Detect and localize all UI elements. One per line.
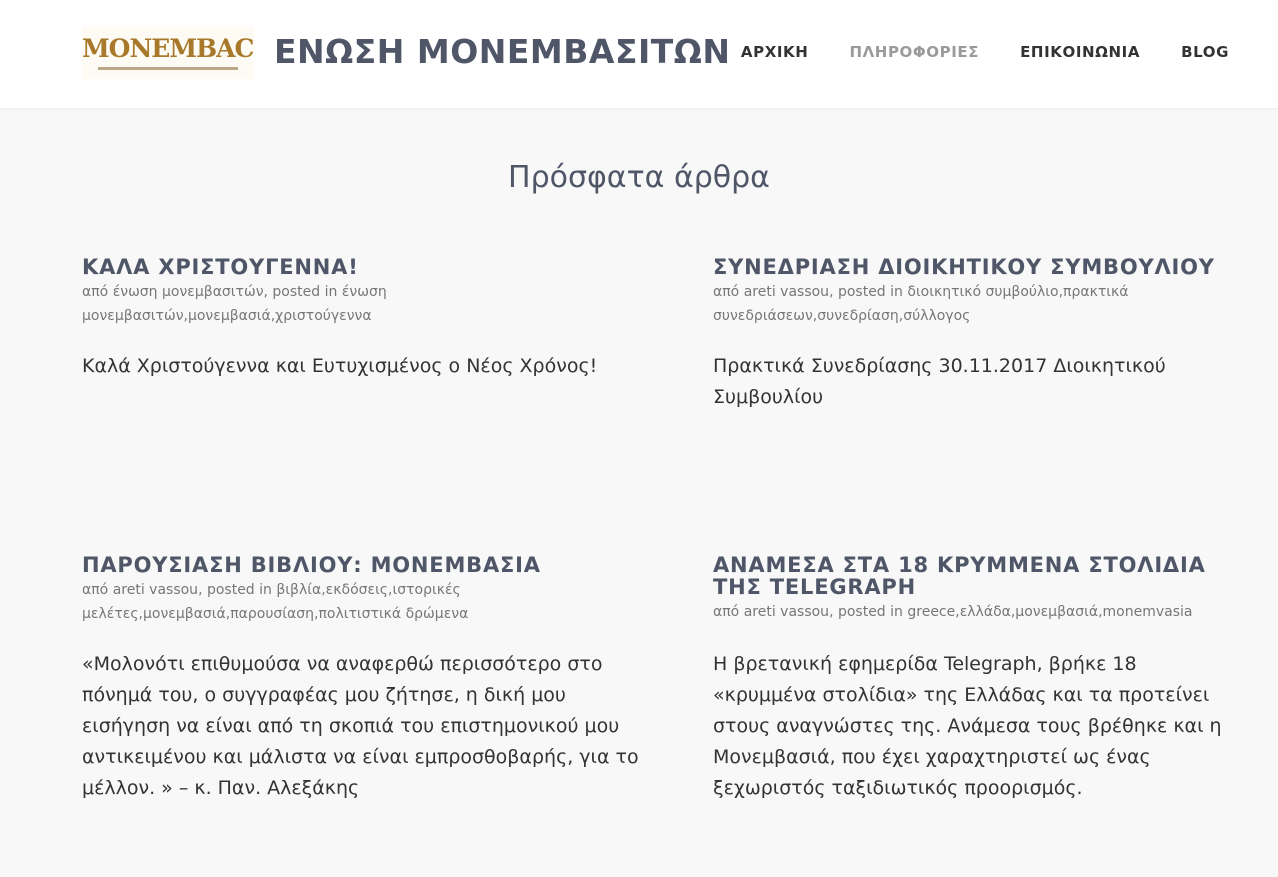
post-categories[interactable]: greece,ελλάδα,μονεμβασιά,monemvasia	[907, 604, 1192, 620]
post-meta-posted-in: , posted in	[198, 582, 277, 598]
post-meta-by: από	[713, 604, 744, 620]
post-meta: από ένωση μονεμβασιτών, posted in ένωση …	[82, 280, 642, 328]
post-card: ΑΝΑΜΕΣΑ ΣΤΑ 18 ΚΡΥΜΜΕΝΑ ΣΤΟΛΙΔΙΑ ΤΗΣ TEL…	[713, 554, 1233, 804]
post-excerpt: Πρακτικά Συνεδρίασης 30.11.2017 Διοικητι…	[713, 355, 1166, 408]
section-title: Πρόσφατα άρθρα	[508, 160, 770, 195]
logo-wordmark: ΜΟΝΕΜΒΑCIA	[82, 34, 254, 63]
post-meta: από areti vassou, posted in βιβλία,εκδόσ…	[82, 578, 642, 626]
logo-divider	[98, 67, 238, 70]
post-author-link[interactable]: areti vassou	[113, 582, 198, 598]
post-meta-posted-in: , posted in	[829, 604, 908, 620]
site-logo[interactable]: ΜΟΝΕΜΒΑCIA	[82, 27, 254, 79]
post-card: ΚΑΛΑ ΧΡΙΣΤΟΥΓΕΝΝΑ! από ένωση μονεμβασιτώ…	[82, 256, 642, 382]
post-meta-posted-in: , posted in	[829, 284, 908, 300]
site-header: ΜΟΝΕΜΒΑCIA ΕΝΩΣΗ ΜΟΝΕΜΒΑΣΙΤΩΝ ΑΡΧΙΚΗ ΠΛΗ…	[0, 0, 1278, 108]
post-card: ΠΑΡΟΥΣΙΑΣΗ ΒΙΒΛΙΟΥ: ΜΟΝΕΜΒΑΣΙΑ από areti…	[82, 554, 642, 804]
post-title[interactable]: ΣΥΝΕΔΡΙΑΣΗ ΔΙΟΙΚΗΤΙΚΟΥ ΣΥΜΒΟΥΛΙΟΥ	[713, 256, 1233, 278]
nav-item-home[interactable]: ΑΡΧΙΚΗ	[741, 43, 809, 61]
post-meta-by: από	[82, 284, 113, 300]
post-excerpt: Καλά Χριστούγεννα και Ευτυχισμένος ο Νέο…	[82, 355, 598, 377]
post-card: ΣΥΝΕΔΡΙΑΣΗ ΔΙΟΙΚΗΤΙΚΟΥ ΣΥΜΒΟΥΛΙΟΥ από ar…	[713, 256, 1233, 413]
post-author-link[interactable]: areti vassou	[744, 284, 829, 300]
post-title[interactable]: ΠΑΡΟΥΣΙΑΣΗ ΒΙΒΛΙΟΥ: ΜΟΝΕΜΒΑΣΙΑ	[82, 554, 642, 576]
post-title[interactable]: ΑΝΑΜΕΣΑ ΣΤΑ 18 ΚΡΥΜΜΕΝΑ ΣΤΟΛΙΔΙΑ ΤΗΣ TEL…	[713, 554, 1233, 598]
post-meta: από areti vassou, posted in διοικητικό σ…	[713, 280, 1233, 328]
nav-item-info[interactable]: ΠΛΗΡΟΦΟΡΙΕΣ	[849, 43, 979, 61]
nav-item-contact[interactable]: ΕΠΙΚΟΙΝΩΝΙΑ	[1020, 43, 1140, 61]
post-author-link[interactable]: ένωση μονεμβασιτών	[113, 284, 264, 300]
post-meta-posted-in: , posted in	[263, 284, 342, 300]
post-meta-by: από	[713, 284, 744, 300]
post-meta-by: από	[82, 582, 113, 598]
post-meta: από areti vassou, posted in greece,ελλάδ…	[713, 600, 1233, 624]
site-title[interactable]: ΕΝΩΣΗ ΜΟΝΕΜΒΑΣΙΤΩΝ	[274, 32, 730, 71]
post-excerpt: Η βρετανική εφημερίδα Telegraph, βρήκε 1…	[713, 653, 1222, 799]
nav-item-blog[interactable]: BLOG	[1181, 43, 1229, 61]
post-title[interactable]: ΚΑΛΑ ΧΡΙΣΤΟΥΓΕΝΝΑ!	[82, 256, 642, 278]
post-author-link[interactable]: areti vassou	[744, 604, 829, 620]
main-nav: ΑΡΧΙΚΗ ΠΛΗΡΟΦΟΡΙΕΣ ΕΠΙΚΟΙΝΩΝΙΑ BLOG	[741, 43, 1229, 61]
post-excerpt: «Μολονότι επιθυμούσα να αναφερθώ περισσό…	[82, 653, 639, 799]
